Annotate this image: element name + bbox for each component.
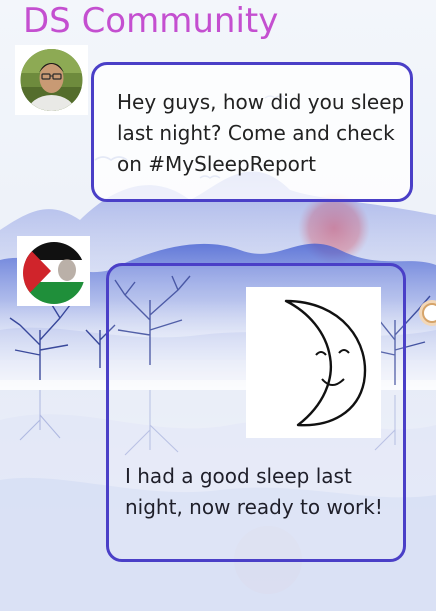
smiling-crescent-moon-icon [284, 299, 367, 427]
cup-decoration-icon [419, 300, 436, 326]
app-title: DS Community [23, 1, 279, 41]
message-text-1: Hey guys, how did you sleep last night? … [117, 90, 405, 176]
user-avatar-1[interactable] [15, 45, 88, 115]
user-avatar-2[interactable] [17, 236, 90, 306]
shared-image[interactable] [246, 287, 381, 438]
message-text-2: I had a good sleep last night, now ready… [125, 464, 383, 519]
user-photo-avatar-icon [20, 49, 83, 111]
message-bubble-1[interactable]: Hey guys, how did you sleep last night? … [91, 62, 413, 202]
flag-avatar-icon [23, 242, 85, 304]
